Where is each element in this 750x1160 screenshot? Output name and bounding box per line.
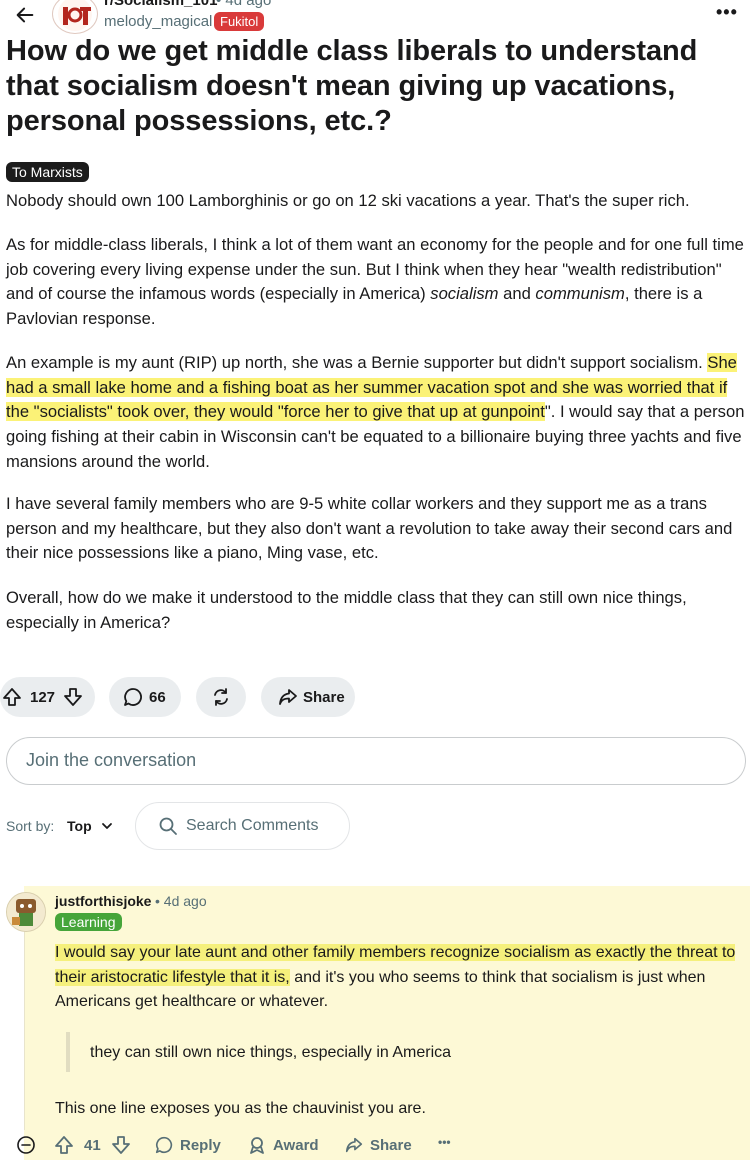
downvote-button[interactable] xyxy=(63,687,83,707)
blockquote-text: they can still own nice things, especial… xyxy=(90,1044,452,1061)
subreddit-avatar[interactable] xyxy=(52,0,98,34)
blockquote-bar xyxy=(66,1032,70,1072)
upvote-icon xyxy=(3,688,21,706)
vote-count: 127 xyxy=(30,688,56,706)
comment-downvote-button[interactable] xyxy=(111,1135,131,1155)
post-paragraph-2: As for middle-class liberals, I think a … xyxy=(6,235,744,329)
share-label: Share xyxy=(303,688,345,706)
comment-paragraph-2: This one line exposes you as the chauvin… xyxy=(55,1100,426,1117)
post-age: • 4d ago xyxy=(216,0,272,9)
comment-paragraph-1: I would say your late aunt and other fam… xyxy=(55,944,736,1010)
comment-more-button[interactable]: ••• xyxy=(438,1135,451,1149)
author-flair: Fukitol xyxy=(214,12,265,31)
comment-avatar[interactable] xyxy=(6,892,46,932)
comment-vote-bar: 41 xyxy=(54,1135,131,1155)
comment-count: 66 xyxy=(149,688,166,706)
downvote-icon xyxy=(64,688,82,706)
reply-icon xyxy=(155,1136,173,1154)
more-options-button[interactable]: ••• xyxy=(716,2,738,23)
crosspost-icon xyxy=(214,688,228,706)
post-paragraph-4: I have several family members who are 9-… xyxy=(6,494,733,563)
user-avatar-icon xyxy=(7,893,45,931)
share-icon xyxy=(345,1137,363,1153)
award-icon xyxy=(250,1137,264,1154)
comment-age: • 4d ago xyxy=(155,893,207,909)
comment-author-flair: Learning xyxy=(55,913,122,931)
subreddit-logo-icon xyxy=(58,0,92,31)
upvote-icon xyxy=(55,1136,73,1154)
search-icon xyxy=(158,816,178,841)
author-username[interactable]: melody_magical xyxy=(104,13,212,30)
comment-author[interactable]: justforthisjoke xyxy=(55,893,151,909)
crosspost-button[interactable] xyxy=(196,677,246,717)
post-paragraph-3: An example is my aunt (RIP) up north, sh… xyxy=(6,353,745,471)
comment-vote-count: 41 xyxy=(84,1136,101,1154)
comment-share-button[interactable]: Share xyxy=(344,1135,412,1155)
comment-upvote-button[interactable] xyxy=(54,1135,74,1155)
search-comments-placeholder: Search Comments xyxy=(186,817,319,834)
share-button[interactable]: Share xyxy=(261,677,355,717)
upvote-button[interactable] xyxy=(2,687,22,707)
collapse-icon xyxy=(17,1136,35,1154)
share-icon xyxy=(279,689,297,705)
collapse-thread-button[interactable] xyxy=(16,1135,36,1155)
join-conversation-placeholder: Join the conversation xyxy=(26,750,197,770)
post-flair[interactable]: To Marxists xyxy=(6,162,89,182)
back-button[interactable] xyxy=(6,0,44,30)
vote-bar: 127 xyxy=(0,677,95,717)
reply-button[interactable]: Reply xyxy=(154,1135,221,1155)
subreddit-name[interactable]: r/Socialism_101 xyxy=(104,0,217,9)
post-paragraph-5: Overall, how do we make it understood to… xyxy=(6,588,687,632)
post-paragraph-1: Nobody should own 100 Lamborghinis or go… xyxy=(6,191,690,210)
thread-line[interactable] xyxy=(24,930,25,1130)
post-title: How do we get middle class liberals to u… xyxy=(6,35,698,137)
chevron-down-icon[interactable] xyxy=(100,818,114,839)
sort-dropdown[interactable]: Top xyxy=(67,818,92,834)
arrow-left-icon xyxy=(16,7,34,23)
downvote-icon xyxy=(111,1136,130,1154)
comments-button[interactable]: 66 xyxy=(109,677,181,717)
comment-icon xyxy=(124,688,142,706)
sort-label: Sort by: xyxy=(6,818,55,834)
award-button[interactable]: Award xyxy=(247,1135,319,1155)
